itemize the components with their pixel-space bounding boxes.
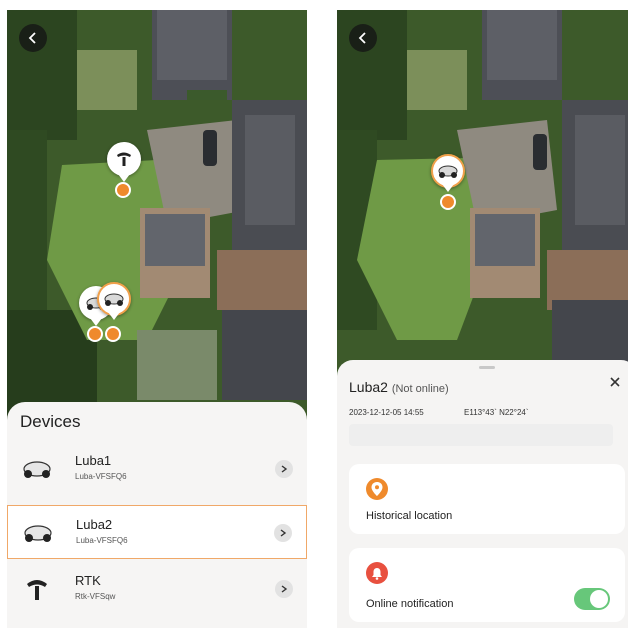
mower-icon xyxy=(438,165,458,178)
chevron-left-icon xyxy=(358,32,366,44)
mower-icon xyxy=(24,525,52,542)
drag-handle[interactable] xyxy=(479,366,495,369)
device-detail-sheet: Luba2 (Not online) 2023-12-12-05 14:55 E… xyxy=(337,360,628,628)
device-row-luba2[interactable]: Luba2 Luba-VFSFQ6 xyxy=(7,505,307,559)
chevron-right-icon[interactable] xyxy=(275,460,293,478)
toggle-knob xyxy=(590,590,608,608)
rtk-location-dot xyxy=(115,182,131,198)
online-notification-toggle[interactable] xyxy=(574,588,610,610)
online-notification-label: Online notification xyxy=(366,598,454,610)
device-name: Luba1 xyxy=(75,453,112,468)
device-row-luba1[interactable]: Luba1 Luba-VFSFQ6 xyxy=(7,442,307,496)
chevron-right-icon[interactable] xyxy=(275,580,293,598)
chevron-left-icon xyxy=(28,32,36,44)
last-seen-timestamp: 2023-12-12-05 14:55 xyxy=(349,408,424,417)
device-serial: Rtk-VFSqw xyxy=(75,592,116,601)
device-title: Luba2 (Not online) xyxy=(349,379,449,395)
device-name: RTK xyxy=(75,573,101,588)
luba2-map-marker[interactable] xyxy=(431,154,465,192)
devices-screen: Devices Luba1 Luba-VFSFQ6 Luba2 Luba-VFS… xyxy=(7,10,307,628)
rtk-antenna-icon xyxy=(117,152,131,166)
device-status: (Not online) xyxy=(391,383,449,395)
back-button[interactable] xyxy=(349,24,377,52)
gps-coordinates: E113°43` N22°24` xyxy=(464,408,529,417)
luba1-location-dot xyxy=(87,326,103,342)
online-notification-card: Online notification xyxy=(349,548,625,622)
mower-icon xyxy=(104,293,124,306)
luba2-location-dot xyxy=(105,326,121,342)
historical-location-label: Historical location xyxy=(366,510,453,522)
device-row-rtk[interactable]: RTK Rtk-VFSqw xyxy=(7,562,307,616)
luba2-map-marker[interactable] xyxy=(97,282,131,320)
location-pin-icon xyxy=(366,478,388,500)
device-serial: Luba-VFSFQ6 xyxy=(75,472,127,481)
device-serial: Luba-VFSFQ6 xyxy=(76,536,128,545)
rtk-map-marker[interactable] xyxy=(107,142,141,182)
close-button[interactable] xyxy=(605,372,625,392)
close-icon xyxy=(610,377,620,387)
rtk-antenna-icon xyxy=(27,580,47,600)
mower-icon xyxy=(23,461,51,478)
device-detail-screen: Luba2 (Not online) 2023-12-12-05 14:55 E… xyxy=(337,10,628,628)
device-name: Luba2 xyxy=(76,517,113,532)
address-placeholder xyxy=(349,424,613,446)
device-name: Luba2 xyxy=(349,379,388,395)
sheet-title: Devices xyxy=(20,412,81,431)
historical-location-card[interactable]: Historical location xyxy=(349,464,625,534)
luba2-location-dot xyxy=(440,194,456,210)
back-button[interactable] xyxy=(19,24,47,52)
bell-icon xyxy=(366,562,388,584)
chevron-right-icon[interactable] xyxy=(274,524,292,542)
devices-sheet: Devices Luba1 Luba-VFSFQ6 Luba2 Luba-VFS… xyxy=(7,402,307,628)
